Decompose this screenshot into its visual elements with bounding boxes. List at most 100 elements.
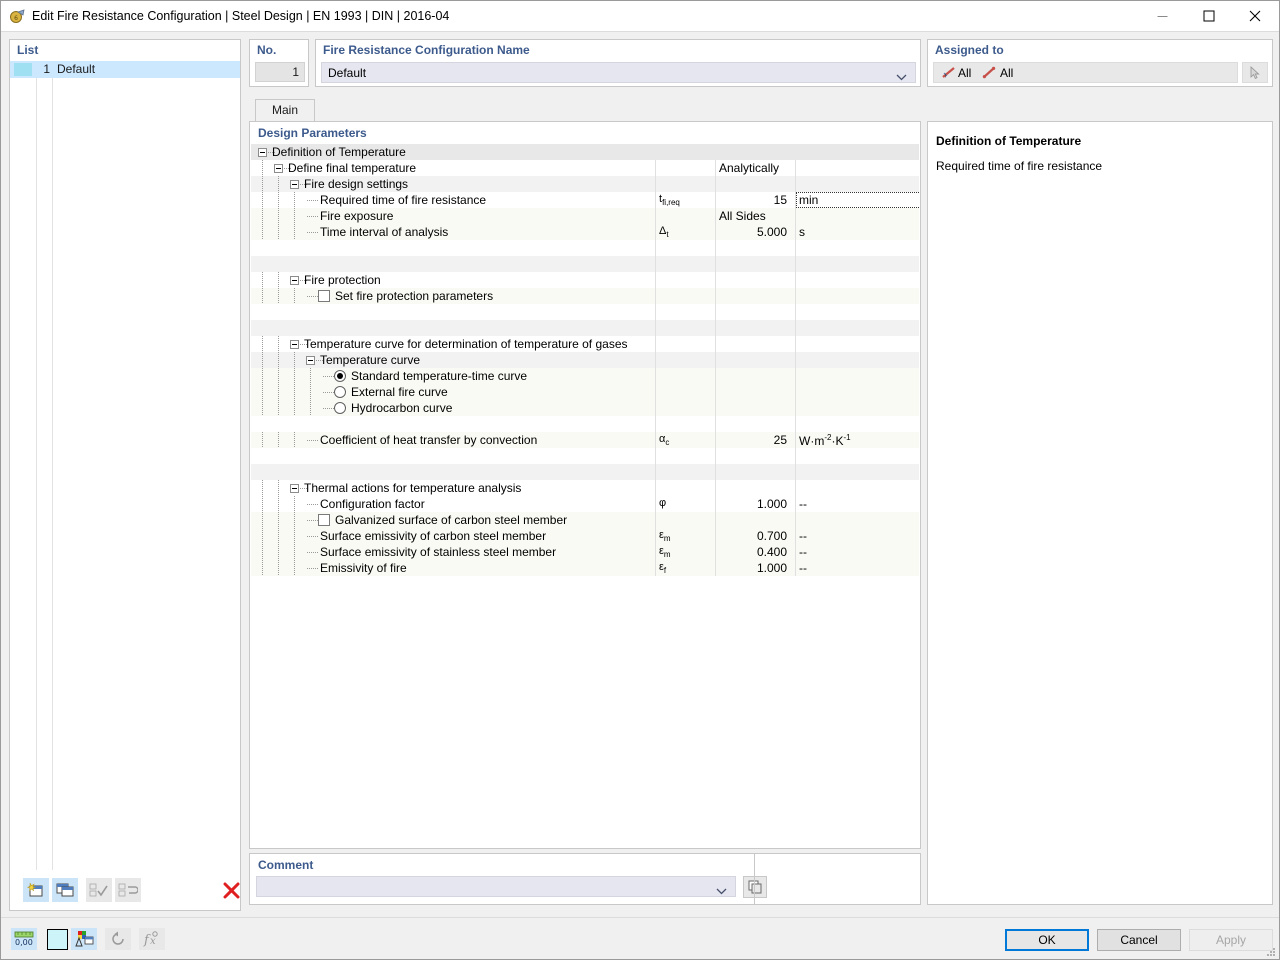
tree-row-external-fire-curve[interactable]: External fire curve xyxy=(251,384,919,400)
tree-row-surface-emissivity-of-stainless-steel-member[interactable]: Surface emissivity of stainless steel me… xyxy=(251,544,919,560)
tree-row-surface-emissivity-of-carbon-steel-member[interactable]: Surface emissivity of carbon steel membe… xyxy=(251,528,919,544)
select-all-button xyxy=(86,878,112,902)
tree-row-galvanized-surface-of-carbon-steel-member[interactable]: Galvanized surface of carbon steel membe… xyxy=(251,512,919,528)
list-body[interactable]: 1 Default xyxy=(10,61,240,870)
tree-collapse-icon[interactable] xyxy=(290,276,299,285)
tab-main[interactable]: Main xyxy=(255,99,315,121)
tree-collapse-icon[interactable] xyxy=(290,180,299,189)
color-swatch-button[interactable] xyxy=(45,928,69,950)
tree-row-unit[interactable]: W·m-2·K-1 xyxy=(799,433,851,448)
comment-library-button[interactable] xyxy=(743,876,767,898)
parameter-tree[interactable]: Definition of Temperature Define final te… xyxy=(251,144,919,847)
tree-row-value[interactable]: 5.000 xyxy=(719,225,791,239)
column-separator xyxy=(715,368,716,384)
column-separator xyxy=(795,352,796,368)
tree-collapse-icon[interactable] xyxy=(306,356,315,365)
cancel-button[interactable]: Cancel xyxy=(1097,929,1181,951)
column-separator xyxy=(655,256,656,272)
radio-hydrocarbon-curve[interactable] xyxy=(334,402,346,414)
tree-collapse-icon[interactable] xyxy=(274,164,283,173)
comment-label: Comment xyxy=(258,858,314,872)
tree-row-label: Define final temperature xyxy=(288,161,417,175)
tree-guide-line xyxy=(278,496,279,512)
assigned-member-value: All xyxy=(958,66,972,80)
copy-item-button[interactable] xyxy=(52,878,78,902)
column-separator xyxy=(655,384,656,400)
tree-guide-line xyxy=(307,216,318,217)
delete-item-button[interactable] xyxy=(218,878,244,902)
column-separator xyxy=(655,160,656,176)
comment-combobox[interactable] xyxy=(256,876,736,897)
tree-row-unit[interactable]: -- xyxy=(799,497,807,511)
tree-row-set-fire-protection-parameters[interactable]: Set fire protection parameters xyxy=(251,288,919,304)
tree-row-unit[interactable]: -- xyxy=(799,545,807,559)
tree-row-value[interactable]: 1.000 xyxy=(719,497,791,511)
ok-button[interactable]: OK xyxy=(1005,929,1089,951)
list-item[interactable]: 1 Default xyxy=(10,61,240,78)
tree-collapse-icon[interactable] xyxy=(258,148,267,157)
close-button[interactable] xyxy=(1232,1,1278,31)
column-separator xyxy=(715,496,716,512)
column-separator xyxy=(715,224,716,240)
configuration-name-combobox[interactable]: Default xyxy=(321,62,916,83)
number-field[interactable]: 1 xyxy=(255,62,305,82)
tree-row-definition-of-temperature[interactable]: Definition of Temperature xyxy=(251,144,919,160)
window-title: Edit Fire Resistance Configuration | Ste… xyxy=(32,9,450,23)
tree-collapse-icon[interactable] xyxy=(290,340,299,349)
minimize-button[interactable] xyxy=(1140,1,1186,31)
units-button[interactable]: 0,00 xyxy=(11,928,37,950)
tree-row-hydrocarbon-curve[interactable]: Hydrocarbon curve xyxy=(251,400,919,416)
tree-row-required-time-of-fire-resistance[interactable]: Required time of fire resistance tfi,req 1… xyxy=(251,192,919,208)
tree-row-value[interactable]: Analytically xyxy=(719,161,779,175)
tree-row-coefficient-of-heat-transfer-by-convection[interactable]: Coefficient of heat transfer by convecti… xyxy=(251,432,919,448)
checkbox-set-fire-protection-parameters[interactable] xyxy=(318,290,330,302)
tree-row-time-interval-of-analysis[interactable]: Time interval of analysis Δt 5.000 s xyxy=(251,224,919,240)
tree-row-thermal-actions-for-temperature-analysis[interactable]: Thermal actions for temperature analysis xyxy=(251,480,919,496)
new-item-button[interactable] xyxy=(23,878,49,902)
tree-row-standard-temperature-time-curve[interactable]: Standard temperature-time curve xyxy=(251,368,919,384)
tree-row-value[interactable]: 0.700 xyxy=(719,529,791,543)
assigned-to-field[interactable]: I All All xyxy=(933,62,1238,83)
tree-guide-line xyxy=(294,192,295,208)
tree-row-label: Thermal actions for temperature analysis xyxy=(304,481,522,495)
column-separator xyxy=(655,336,656,352)
tree-row-label: Definition of Temperature xyxy=(272,145,406,159)
tree-row-value[interactable]: 15 xyxy=(719,193,791,207)
chevron-down-icon xyxy=(896,70,907,84)
tree-row-unit[interactable]: -- xyxy=(799,529,807,543)
column-separator xyxy=(795,464,796,480)
column-separator xyxy=(795,384,796,400)
tree-row-define-final-temperature[interactable]: Define final temperature Analytically xyxy=(251,160,919,176)
column-separator xyxy=(655,352,656,368)
tree-row-label: Temperature curve for determination of t… xyxy=(304,337,628,351)
tree-row-configuration-factor[interactable]: Configuration factor φ 1.000 -- xyxy=(251,496,919,512)
resize-grip[interactable] xyxy=(1266,947,1276,957)
radio-external-fire-curve[interactable] xyxy=(334,386,346,398)
tree-row-value[interactable]: 1.000 xyxy=(719,561,791,575)
display-properties-button[interactable] xyxy=(71,928,97,950)
radio-standard-temperature-time-curve[interactable] xyxy=(334,370,346,382)
column-separator xyxy=(795,496,796,512)
checkbox-galvanized-surface-of-carbon-steel-member[interactable] xyxy=(318,514,330,526)
tree-row-value[interactable]: 0.400 xyxy=(719,545,791,559)
tree-row-fire-design-settings[interactable]: Fire design settings xyxy=(251,176,919,192)
tree-row-unit[interactable]: s xyxy=(799,225,805,239)
tree-row-temperature-curve-for-gases[interactable]: Temperature curve for determination of t… xyxy=(251,336,919,352)
tree-row-emissivity-of-fire[interactable]: Emissivity of fire εf 1.000 -- xyxy=(251,560,919,576)
column-separator xyxy=(795,176,796,192)
tree-row-fire-protection[interactable]: Fire protection xyxy=(251,272,919,288)
tree-row-unit[interactable]: min xyxy=(799,193,818,207)
apply-button: Apply xyxy=(1189,929,1273,951)
tree-collapse-icon[interactable] xyxy=(290,484,299,493)
tree-row-spacer-6 xyxy=(251,448,919,464)
select-objects-button[interactable] xyxy=(1242,62,1268,83)
tree-guide-line xyxy=(262,208,263,224)
tree-guide-line xyxy=(278,384,279,400)
maximize-button[interactable] xyxy=(1186,1,1232,31)
tree-row-temperature-curve[interactable]: Temperature curve xyxy=(251,352,919,368)
tree-guide-line xyxy=(278,560,279,576)
tree-row-value[interactable]: 25 xyxy=(719,433,791,447)
tree-row-value[interactable]: All Sides xyxy=(719,209,766,223)
tree-row-unit[interactable]: -- xyxy=(799,561,807,575)
tree-row-fire-exposure[interactable]: Fire exposure All Sides xyxy=(251,208,919,224)
